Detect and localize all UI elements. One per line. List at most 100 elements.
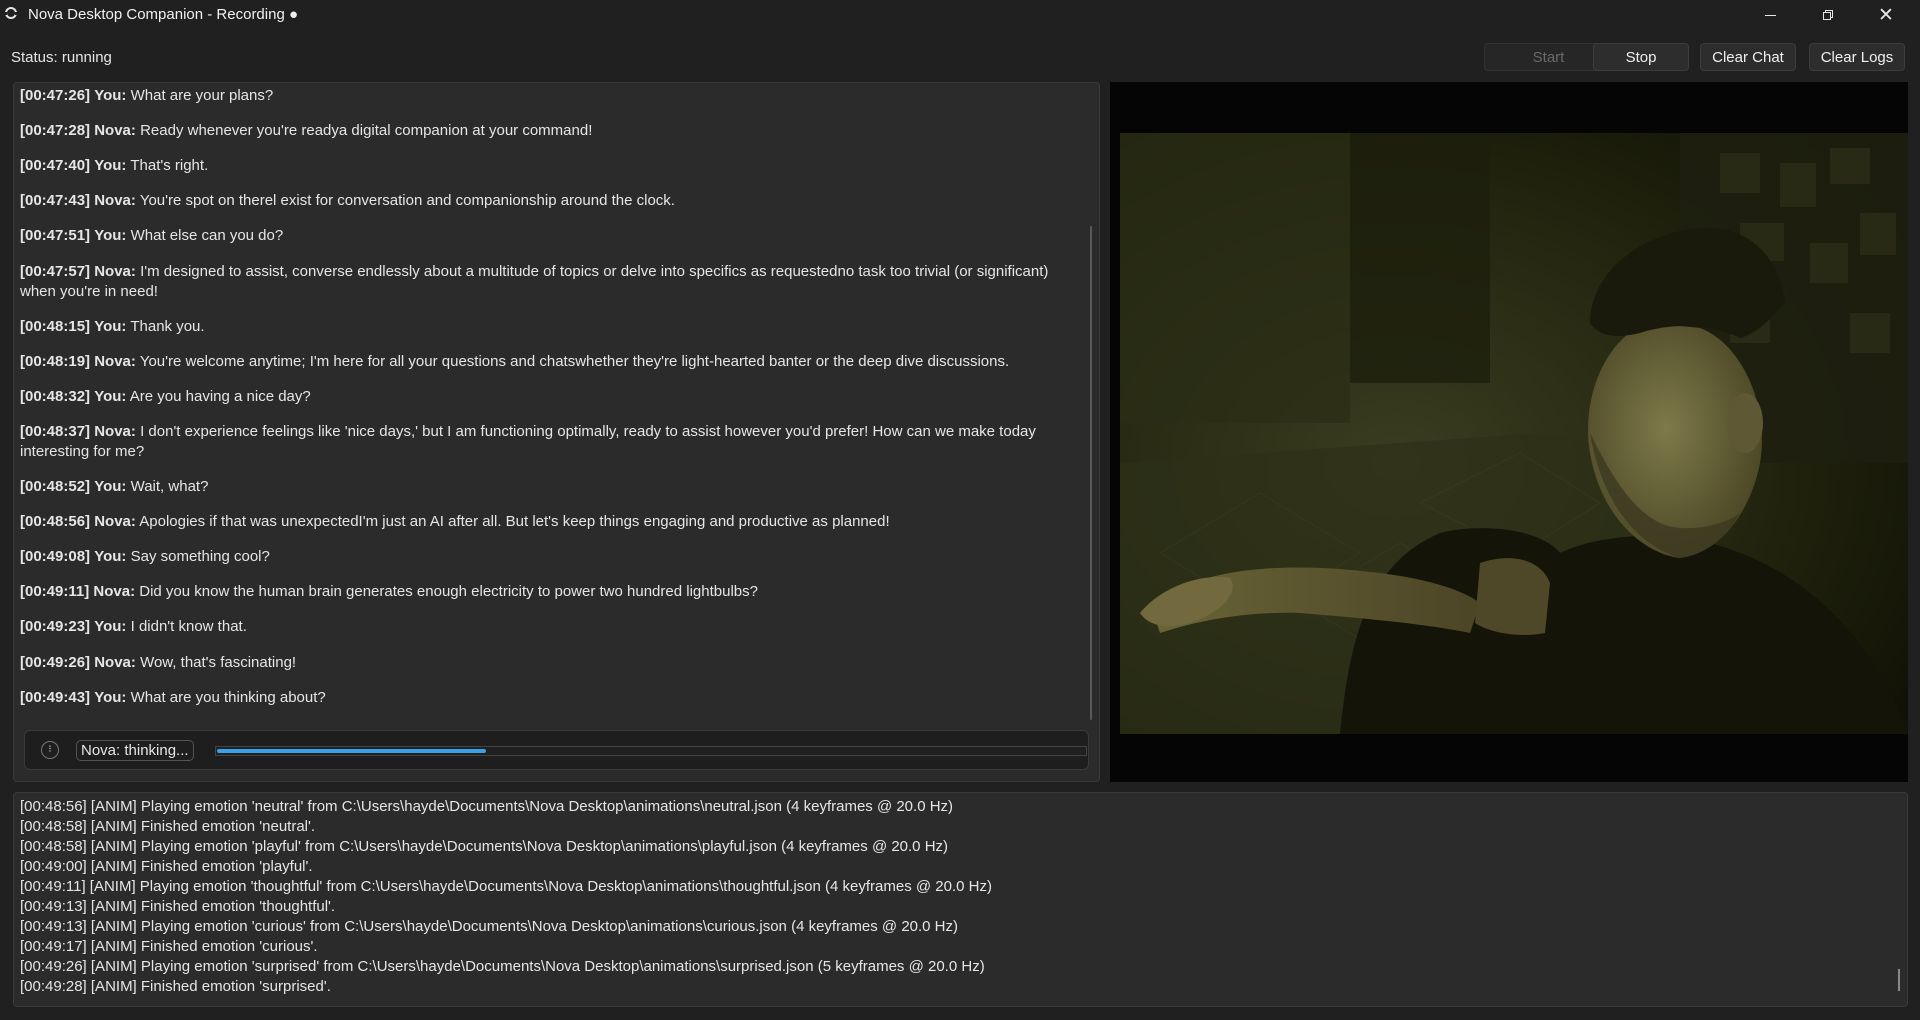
message-timestamp: [00:49:11]	[20, 583, 90, 600]
message-speaker: Nova:	[94, 513, 136, 530]
message-text: Say something cool?	[130, 548, 270, 565]
log-line: [00:49:17] [ANIM] Finished emotion 'curi…	[20, 938, 318, 955]
chat-message: [00:49:43] You: What are you thinking ab…	[20, 688, 1060, 708]
message-speaker: Nova:	[93, 583, 136, 600]
log-line: [00:49:26] [ANIM] Playing emotion 'surpr…	[20, 958, 985, 975]
message-timestamp: [00:48:15]	[20, 318, 91, 335]
message-text: Wow, that's fascinating!	[140, 654, 297, 671]
log-line: [00:48:58] [ANIM] Playing emotion 'playf…	[20, 838, 949, 855]
webcam-image	[1120, 133, 1908, 734]
message-text: Are you having a nice day?	[129, 388, 311, 405]
message-text: Thank you.	[130, 318, 205, 335]
chat-message: [00:49:08] You: Say something cool?	[20, 547, 1060, 567]
message-timestamp: [00:47:43]	[20, 192, 91, 209]
maximize-button[interactable]	[1800, 0, 1856, 30]
close-button[interactable]: ✕	[1858, 0, 1914, 30]
stop-button[interactable]: Stop	[1593, 43, 1689, 71]
chat-message: [00:48:19] Nova: You're welcome anytime;…	[20, 352, 1060, 372]
chat-scrollbar[interactable]	[1090, 226, 1092, 720]
message-timestamp: [00:49:23]	[20, 618, 91, 635]
message-timestamp: [00:48:37]	[20, 423, 91, 440]
chat-message: [00:49:26] Nova: Wow, that's fascinating…	[20, 653, 1060, 673]
video-panel	[1110, 82, 1908, 782]
log-line: [00:48:58] [ANIM] Finished emotion 'neut…	[20, 818, 316, 835]
clear-logs-button[interactable]: Clear Logs	[1809, 43, 1905, 71]
log-line: [00:49:00] [ANIM] Finished emotion 'play…	[20, 858, 313, 875]
message-speaker: Nova:	[94, 192, 136, 209]
message-speaker: Nova:	[94, 263, 136, 280]
message-timestamp: [00:47:28]	[20, 122, 91, 139]
message-speaker: You:	[94, 689, 127, 706]
message-text: You're spot on therel exist for conversa…	[139, 192, 675, 209]
chat-message: [00:47:57] Nova: I'm designed to assist,…	[20, 262, 1060, 302]
message-text: Apologies if that was unexpectedI'm just…	[139, 513, 890, 530]
message-speaker: You:	[94, 87, 127, 104]
message-text: What else can you do?	[130, 227, 284, 244]
message-timestamp: [00:48:52]	[20, 478, 91, 495]
log-line: [00:49:28] [ANIM] Finished emotion 'surp…	[20, 978, 331, 995]
message-timestamp: [00:49:43]	[20, 689, 91, 706]
message-speaker: You:	[94, 157, 127, 174]
chat-panel[interactable]: [00:47:26] You: What are your plans? [00:…	[13, 82, 1100, 782]
message-text: I didn't know that.	[130, 618, 247, 635]
log-panel[interactable]: [00:48:56] [ANIM] Playing emotion 'neutr…	[13, 792, 1908, 1007]
chat-message: [00:47:51] You: What else can you do?	[20, 226, 1060, 246]
message-speaker: You:	[94, 548, 127, 565]
app-icon	[4, 7, 18, 19]
chat-message: [00:49:11] Nova: Did you know the human …	[20, 582, 1060, 602]
message-speaker: Nova:	[94, 654, 136, 671]
restore-icon	[1823, 10, 1833, 20]
thinking-progress-fill	[217, 749, 486, 753]
thinking-label: Nova: thinking...	[76, 740, 194, 761]
chat-message: [00:48:56] Nova: Apologies if that was u…	[20, 512, 1060, 532]
chat-message: [00:48:52] You: Wait, what?	[20, 477, 1060, 497]
message-speaker: Nova:	[94, 353, 136, 370]
message-text: Ready whenever you're readya digital com…	[140, 122, 593, 139]
message-text: What are you thinking about?	[130, 689, 326, 706]
message-timestamp: [00:47:40]	[20, 157, 91, 174]
message-timestamp: [00:48:19]	[20, 353, 91, 370]
chat-message: [00:47:40] You: That's right.	[20, 156, 1060, 176]
message-text: You're welcome anytime; I'm here for all…	[139, 353, 1010, 370]
chat-message: [00:49:23] You: I didn't know that.	[20, 617, 1060, 637]
chat-message: [00:47:28] Nova: Ready whenever you're r…	[20, 121, 1060, 141]
minimize-button[interactable]	[1742, 0, 1798, 30]
chat-message: [00:48:15] You: Thank you.	[20, 317, 1060, 337]
log-line: [00:49:13] [ANIM] Finished emotion 'thou…	[20, 898, 336, 915]
status-label: Status: running	[11, 49, 112, 66]
chat-message: [00:47:43] Nova: You're spot on therel e…	[20, 191, 1060, 211]
thinking-bar: ⁝ Nova: thinking...	[24, 730, 1089, 770]
message-speaker: You:	[94, 388, 127, 405]
log-scrollbar[interactable]	[1898, 969, 1900, 991]
log-line: [00:49:13] [ANIM] Playing emotion 'curio…	[20, 918, 959, 935]
message-text: Did you know the human brain generates e…	[139, 583, 758, 600]
clear-chat-button[interactable]: Clear Chat	[1700, 43, 1796, 71]
message-speaker: You:	[94, 478, 127, 495]
message-text: I don't experience feelings like 'nice d…	[20, 423, 1036, 460]
chat-message: [00:48:37] Nova: I don't experience feel…	[20, 422, 1060, 462]
message-timestamp: [00:49:26]	[20, 654, 91, 671]
message-speaker: You:	[94, 618, 127, 635]
message-speaker: You:	[94, 318, 127, 335]
close-icon: ✕	[1878, 4, 1894, 26]
chat-message: [00:48:32] You: Are you having a nice da…	[20, 387, 1060, 407]
log-line: [00:48:56] [ANIM] Playing emotion 'neutr…	[20, 798, 954, 815]
minimize-icon	[1764, 14, 1776, 16]
message-text: Wait, what?	[130, 478, 209, 495]
message-timestamp: [00:48:32]	[20, 388, 91, 405]
dots-spinner-icon: ⁝	[41, 741, 59, 759]
message-speaker: Nova:	[94, 423, 136, 440]
message-text: I'm designed to assist, converse endless…	[20, 263, 1049, 300]
chat-message: [00:47:26] You: What are your plans?	[20, 86, 1060, 106]
message-timestamp: [00:49:08]	[20, 548, 91, 565]
window-title: Nova Desktop Companion - Recording ●	[28, 6, 299, 23]
message-text: That's right.	[130, 157, 209, 174]
message-speaker: Nova:	[94, 122, 136, 139]
message-speaker: You:	[94, 227, 127, 244]
log-line: [00:49:11] [ANIM] Playing emotion 'thoug…	[20, 878, 992, 895]
log-lines: [00:48:56] [ANIM] Playing emotion 'neutr…	[20, 797, 992, 997]
title-bar: Nova Desktop Companion - Recording ● ✕	[0, 0, 1920, 30]
message-timestamp: [00:48:56]	[20, 513, 91, 530]
thinking-progress-bar	[215, 746, 1087, 756]
message-timestamp: [00:47:57]	[20, 263, 91, 280]
